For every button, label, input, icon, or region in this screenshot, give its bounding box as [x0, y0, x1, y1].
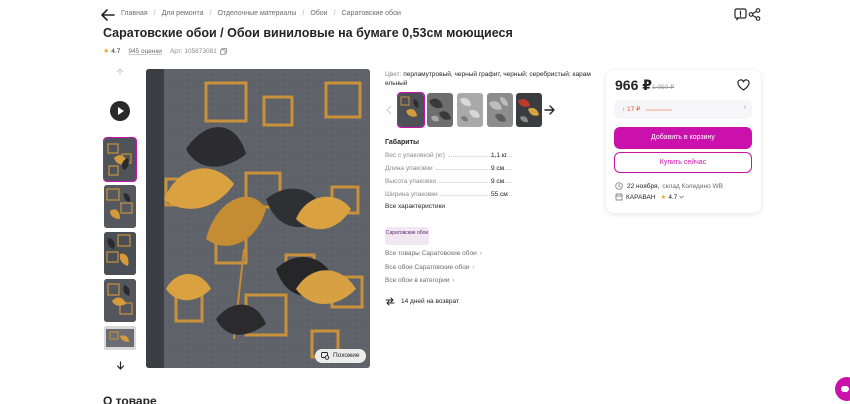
thumbnail-1[interactable] — [102, 136, 138, 183]
spec-name: Ширина упаковки — [385, 191, 438, 198]
thumbnail-2[interactable] — [104, 185, 136, 228]
color-value: перламутровый, черный графит, черный; се… — [385, 71, 591, 87]
color-swatch-2[interactable] — [427, 93, 453, 127]
spec-value: 9 см — [491, 178, 505, 185]
brand-link-all-products[interactable]: Все товары Саратовские обои › — [385, 250, 482, 257]
delivery-date: 22 ноября, — [627, 182, 660, 190]
return-arrows-icon — [385, 297, 395, 306]
thumbs-up-arrow-icon[interactable] — [116, 68, 124, 76]
chevron-right-icon: › — [743, 104, 746, 111]
copy-icon[interactable] — [219, 47, 227, 55]
price-change: ↑ 17 ₽ — [622, 106, 641, 113]
buy-now-button[interactable]: Купить сейчас — [614, 152, 752, 173]
article-number: Арт: 105873081 — [169, 47, 217, 55]
return-policy: 14 дней на возврат — [385, 297, 459, 306]
shop-icon — [615, 193, 623, 201]
favorite-heart-icon[interactable] — [737, 79, 750, 91]
current-price: 966 ₽ — [615, 77, 652, 93]
chevron-right-icon: › — [472, 264, 475, 271]
report-icon[interactable] — [734, 8, 747, 21]
spec-name: Вес с упаковкой (кг) — [385, 152, 445, 159]
thumbs-down-arrow-icon[interactable] — [116, 361, 125, 370]
return-policy-text: 14 дней на возврат — [401, 298, 459, 305]
colors-next-icon[interactable] — [544, 104, 556, 116]
seller-rating: 4.7 — [668, 193, 678, 201]
spec-name: Высота упаковки — [385, 178, 436, 185]
about-section-title: О товаре — [103, 394, 157, 404]
similar-label: Похожие — [333, 352, 360, 359]
add-to-cart-button[interactable]: Добавить в корзину — [614, 127, 752, 149]
thumbnail-4[interactable] — [104, 279, 136, 322]
seller-info[interactable]: КАРАВАН ★ 4.7 — [615, 193, 685, 201]
main-product-image[interactable] — [146, 69, 370, 368]
brand-link-all-wallpapers[interactable]: Все обои Саратовские обои › — [385, 264, 475, 271]
similar-products-button[interactable]: Похожие — [315, 349, 366, 363]
chat-button[interactable] — [835, 377, 850, 401]
star-icon: ★ — [660, 194, 667, 201]
spec-value: 55 см — [491, 191, 508, 198]
color-info: Цвет: перламутровый, черный графит, черн… — [385, 70, 595, 88]
price-history-chip[interactable]: ↑ 17 ₽ › — [614, 100, 752, 119]
seller-name: КАРАВАН — [626, 193, 656, 201]
video-play-button[interactable] — [110, 101, 130, 121]
delivery-warehouse: склад Коледино WB — [662, 182, 723, 190]
breadcrumb-item-wallpaper[interactable]: Обои — [310, 10, 327, 17]
brand-link-category[interactable]: Все обои в категории › — [385, 277, 455, 284]
breadcrumb-item-repair[interactable]: Для ремонта — [162, 10, 204, 17]
old-price: 1 050 ₽ — [652, 84, 675, 91]
color-label: Цвет: — [385, 71, 402, 78]
all-characteristics-link[interactable]: Все характеристики — [385, 203, 445, 210]
specs-title: Габариты — [385, 139, 419, 146]
spec-value: 1,1 кг — [491, 152, 508, 159]
price-trend-icon — [646, 109, 672, 111]
color-swatch-3[interactable] — [457, 93, 483, 127]
breadcrumb-item-home[interactable]: Главная — [121, 10, 148, 17]
color-swatch-5[interactable] — [516, 93, 542, 127]
product-rating: 4.7 — [111, 47, 121, 55]
brand-badge[interactable]: Саратовские обои — [385, 227, 429, 245]
star-icon: ★ — [103, 48, 110, 55]
clock-icon — [615, 182, 623, 190]
color-swatch-4[interactable] — [487, 93, 513, 127]
product-title: Саратовские обои / Обои виниловые на бум… — [103, 26, 513, 40]
back-arrow-icon[interactable] — [101, 9, 115, 21]
share-icon[interactable] — [748, 8, 761, 21]
thumbnail-5[interactable] — [104, 326, 136, 350]
chevron-right-icon: › — [479, 250, 482, 257]
breadcrumb: Главная / Для ремонта / Отделочные материа… — [121, 10, 401, 17]
thumbnail-3[interactable] — [104, 232, 136, 275]
breadcrumb-item-brand[interactable]: Саратовские обои — [342, 10, 401, 17]
colors-prev-icon[interactable] — [385, 105, 393, 115]
chevron-down-icon — [679, 195, 685, 199]
reviews-link[interactable]: 945 оценки — [128, 48, 162, 55]
chevron-right-icon: › — [452, 277, 455, 284]
spec-name: Длина упаковки — [385, 165, 433, 172]
similar-icon — [321, 352, 330, 360]
color-swatch-1[interactable] — [396, 91, 426, 129]
product-meta: ★ 4.7 945 оценки Арт: 105873081 — [103, 47, 227, 55]
delivery-info: 22 ноября, склад Коледино WB — [615, 182, 723, 190]
breadcrumb-item-finishing[interactable]: Отделочные материалы — [218, 10, 297, 17]
spec-value: 9 см — [491, 165, 505, 172]
